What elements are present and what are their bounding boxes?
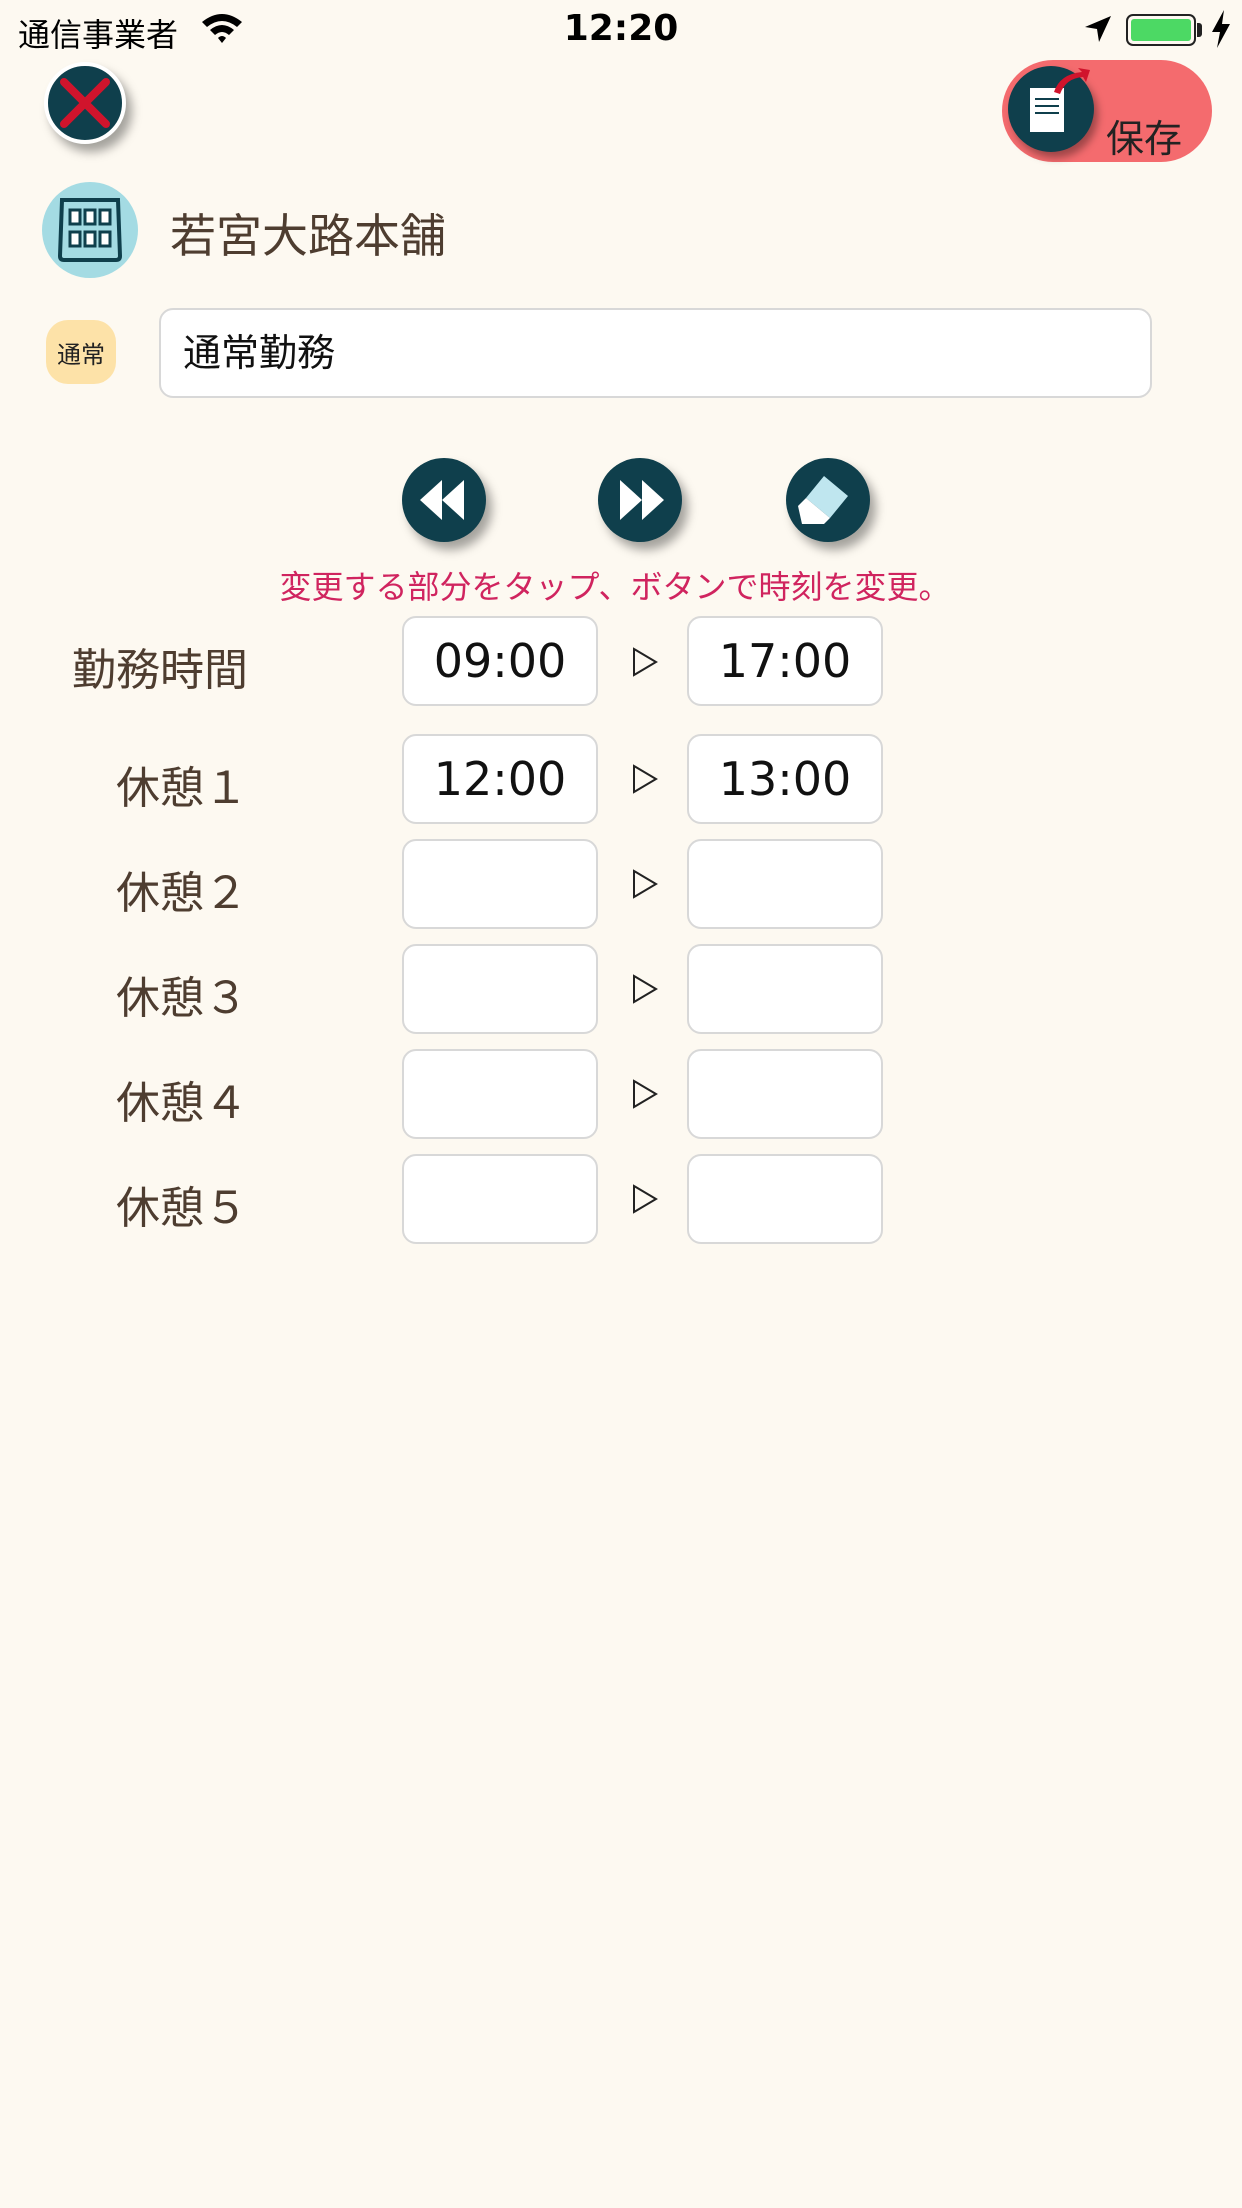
- eraser-button[interactable]: [786, 458, 870, 542]
- rewind-icon: [420, 480, 464, 520]
- break-4-end-time[interactable]: [687, 1049, 883, 1139]
- battery-level: [1131, 19, 1191, 41]
- store-icon[interactable]: [42, 182, 138, 278]
- status-bar: 通信事業者 12:20: [0, 0, 1242, 62]
- arrow-right-icon: [633, 764, 658, 794]
- save-label: 保存: [1106, 117, 1183, 161]
- break-2-start-time[interactable]: [402, 839, 598, 929]
- close-button[interactable]: [44, 62, 126, 144]
- close-icon: [60, 78, 110, 128]
- battery-tip: [1197, 23, 1202, 37]
- break-1-start-time[interactable]: 12:00: [402, 734, 598, 824]
- save-button[interactable]: 保存: [1002, 60, 1212, 162]
- eraser-icon: [798, 476, 848, 524]
- instruction-hint: 変更する部分をタップ、ボタンで時刻を変更。: [279, 568, 951, 606]
- work-start-time[interactable]: 09:00: [402, 616, 598, 706]
- break-5-start-time[interactable]: [402, 1154, 598, 1244]
- break-2-label: 休憩２: [116, 868, 248, 919]
- fast-forward-button[interactable]: [598, 458, 682, 542]
- break-3-start-time[interactable]: [402, 944, 598, 1034]
- grid-calendar-icon: [57, 198, 123, 262]
- work-end-time[interactable]: 17:00: [687, 616, 883, 706]
- location-arrow-icon: [1085, 16, 1111, 42]
- break-4-start-time[interactable]: [402, 1049, 598, 1139]
- break-1-label: 休憩１: [116, 763, 248, 814]
- store-name: 若宮大路本舗: [170, 209, 446, 263]
- arrow-right-icon: [633, 1184, 658, 1214]
- rewind-button[interactable]: [402, 458, 486, 542]
- shift-type-badge[interactable]: 通常: [46, 320, 116, 384]
- break-1-end-time[interactable]: 13:00: [687, 734, 883, 824]
- battery-icon: [1126, 14, 1196, 46]
- save-icon-circle: [1008, 66, 1094, 152]
- shift-name-input[interactable]: 通常勤務: [159, 308, 1152, 398]
- fast-forward-icon: [620, 480, 664, 520]
- clock: 12:20: [563, 8, 679, 49]
- arrow-right-icon: [633, 1079, 658, 1109]
- break-5-end-time[interactable]: [687, 1154, 883, 1244]
- document-save-icon: [1030, 68, 1090, 132]
- charging-bolt-icon: [1212, 10, 1230, 48]
- break-5-label: 休憩５: [116, 1183, 248, 1234]
- break-3-label: 休憩３: [116, 973, 248, 1024]
- arrow-right-icon: [633, 647, 658, 677]
- arrow-right-icon: [633, 974, 658, 1004]
- work-time-label: 勤務時間: [72, 645, 248, 696]
- break-3-end-time[interactable]: [687, 944, 883, 1034]
- break-2-end-time[interactable]: [687, 839, 883, 929]
- break-4-label: 休憩４: [116, 1078, 248, 1129]
- arrow-right-icon: [633, 869, 658, 899]
